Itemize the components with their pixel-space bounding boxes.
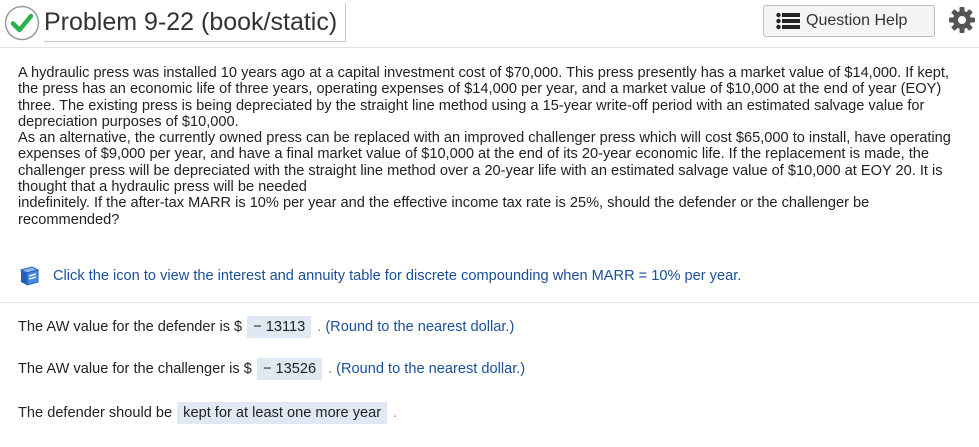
recommendation-answer[interactable]: kept for at least one more year — [177, 402, 388, 424]
recommendation-label: The defender should be — [18, 405, 173, 421]
problem-paragraph: indefinitely. If the after-tax MARR is 1… — [18, 195, 870, 228]
question-help-label: Question Help — [806, 12, 908, 29]
period: . — [328, 361, 333, 377]
title-container: Problem 9-22 (book/static) — [44, 3, 347, 42]
problem-paragraph: As an alternative, the currently owned p… — [18, 130, 951, 196]
list-icon — [776, 12, 800, 30]
challenger-aw-label: The AW value for the challenger is $ — [18, 361, 252, 377]
problem-statement: A hydraulic press was installed 10 years… — [18, 65, 968, 228]
recommendation-row: The defender should be kept for at least… — [18, 401, 397, 425]
period: . — [393, 405, 398, 421]
header-divider — [0, 47, 979, 48]
book-icon[interactable] — [18, 266, 40, 286]
check-circle-icon — [4, 5, 40, 41]
section-divider — [0, 302, 979, 303]
defender-aw-answer[interactable]: − 13113 — [247, 316, 312, 338]
interest-table-link[interactable]: Click the icon to view the interest and … — [53, 268, 741, 284]
round-hint: (Round to the nearest dollar.) — [336, 361, 526, 377]
problem-paragraph: A hydraulic press was installed 10 years… — [18, 65, 949, 130]
period: . — [317, 319, 322, 335]
defender-aw-label: The AW value for the defender is $ — [18, 319, 243, 335]
round-hint: (Round to the nearest dollar.) — [325, 319, 515, 335]
defender-aw-row: The AW value for the defender is $ − 131… — [18, 315, 514, 339]
table-link-row: Click the icon to view the interest and … — [18, 265, 968, 287]
question-help-button[interactable]: Question Help — [763, 5, 935, 37]
gear-icon[interactable] — [948, 6, 976, 34]
header: Problem 9-22 (book/static) Question Help — [0, 0, 979, 46]
challenger-aw-answer[interactable]: − 13526 — [256, 358, 323, 380]
challenger-aw-row: The AW value for the challenger is $ − 1… — [18, 357, 525, 381]
page-title: Problem 9-22 (book/static) — [44, 8, 338, 36]
